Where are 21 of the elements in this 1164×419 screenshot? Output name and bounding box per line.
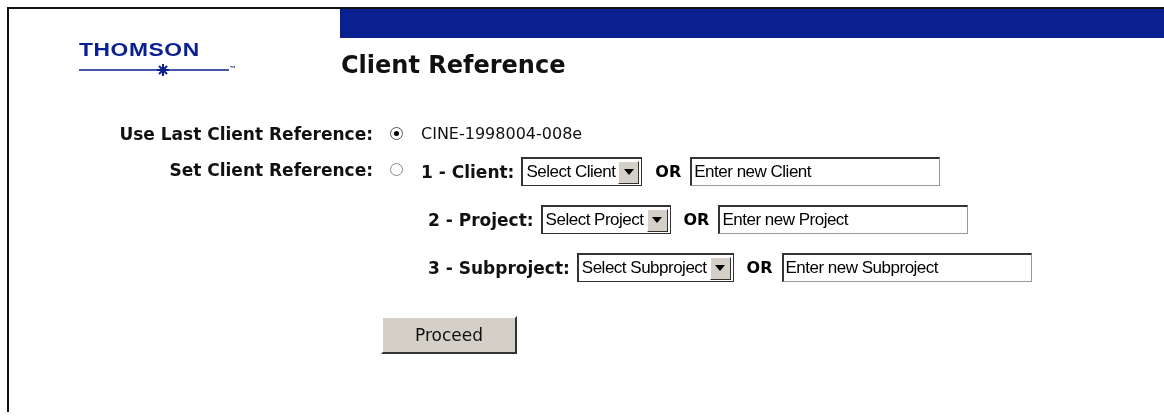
field-label: 2 - Project: — [428, 209, 534, 230]
input-field[interactable]: Enter new Project — [718, 205, 969, 234]
option-label: Use Last Client Reference: — [118, 123, 374, 146]
proceed-button[interactable]: Proceed — [381, 316, 517, 354]
dropdown[interactable]: Select Project — [540, 205, 671, 234]
reference-value: CINE-1998004-008e — [421, 123, 584, 145]
field-label: 1 - Client: — [421, 161, 515, 182]
page-title: Client Reference — [341, 51, 567, 79]
dropdown[interactable]: Select Subproject — [576, 253, 734, 282]
logo-text: THOMSON — [79, 39, 200, 61]
or-label: OR — [655, 162, 682, 181]
option-label: Set Client Reference: — [168, 159, 374, 182]
input-field[interactable]: Enter new Client — [690, 157, 941, 186]
dropdown[interactable]: Select Client — [521, 157, 643, 186]
field-label: 3 - Subproject: — [428, 257, 570, 278]
trademark-sign: ™ — [229, 66, 237, 74]
or-label: OR — [746, 258, 773, 277]
or-label: OR — [683, 210, 710, 229]
radio-button[interactable] — [390, 163, 403, 176]
radio-button[interactable] — [390, 127, 403, 140]
input-field[interactable]: Enter new Subproject — [781, 253, 1032, 282]
